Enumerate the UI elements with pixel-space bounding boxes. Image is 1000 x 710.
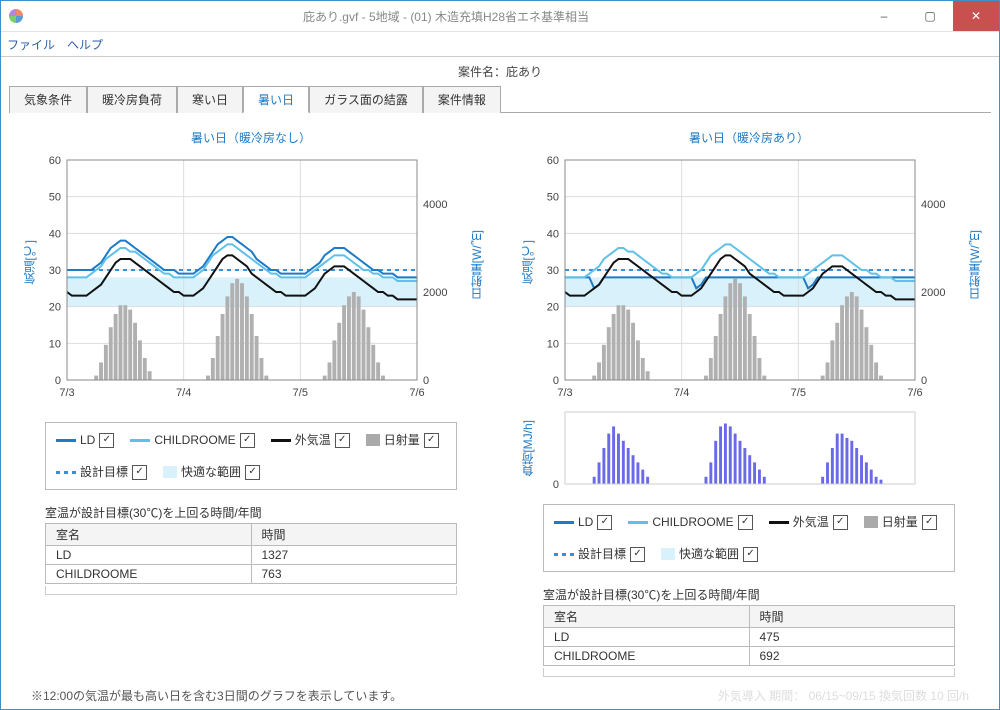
svg-text:0: 0 bbox=[921, 375, 927, 387]
svg-text:7/4: 7/4 bbox=[674, 387, 689, 399]
tab-2[interactable]: 寒い日 bbox=[177, 86, 243, 113]
svg-text:10: 10 bbox=[49, 338, 61, 350]
svg-text:7/3: 7/3 bbox=[59, 387, 74, 399]
svg-text:10: 10 bbox=[547, 338, 559, 350]
menu-help[interactable]: ヘルプ bbox=[67, 36, 103, 53]
chart-title-left: 暑い日（暖冷房なし） bbox=[17, 129, 485, 146]
checkbox[interactable]: ✓ bbox=[743, 547, 758, 562]
table-right-scroll[interactable] bbox=[543, 668, 955, 677]
svg-text:7/6: 7/6 bbox=[907, 387, 922, 399]
svg-text:20: 20 bbox=[547, 302, 559, 314]
checkbox[interactable]: ✓ bbox=[833, 515, 848, 530]
svg-text:7/6: 7/6 bbox=[409, 387, 424, 399]
close-button[interactable]: ✕ bbox=[953, 1, 999, 31]
svg-text:30: 30 bbox=[547, 265, 559, 277]
tab-bar: 気象条件暖冷房負荷寒い日暑い日ガラス面の結露案件情報 bbox=[9, 86, 991, 113]
case-name: 案件名：庇あり bbox=[1, 57, 999, 86]
svg-text:7/3: 7/3 bbox=[557, 387, 572, 399]
content: 暑い日（暖冷房なし） 01020304050600200040007/37/47… bbox=[1, 113, 999, 709]
checkbox[interactable]: ✓ bbox=[922, 515, 937, 530]
right-panel: 暑い日（暖冷房あり） 0 10 20 30 40 50 60 0 2000 4000 7/3 7/4 7… bbox=[515, 121, 983, 679]
window-title: 庇あり.gvf - 5地域 - (01) 木造充填H28省エネ基準相当 bbox=[31, 8, 861, 25]
checkbox[interactable]: ✓ bbox=[335, 433, 350, 448]
chart-title-right: 暑い日（暖冷房あり） bbox=[515, 129, 983, 146]
footer-note: ※12:00の気温が最も高い日を含む3日間のグラフを表示しています。 bbox=[31, 687, 402, 704]
app-icon bbox=[9, 9, 23, 23]
checkbox[interactable]: ✓ bbox=[424, 433, 439, 448]
load-chart: 0負荷[MJ/h] bbox=[515, 408, 983, 488]
table-row: CHILDROOME763 bbox=[46, 565, 457, 584]
legend-left: LD ✓CHILDROOME ✓外気温 ✓日射量 ✓設計目標 ✓快適な範囲 ✓ bbox=[45, 422, 457, 490]
titlebar: 庇あり.gvf - 5地域 - (01) 木造充填H28省エネ基準相当 – ▢ … bbox=[1, 1, 999, 32]
checkbox[interactable]: ✓ bbox=[630, 547, 645, 562]
svg-text:0: 0 bbox=[553, 479, 559, 488]
svg-text:60: 60 bbox=[49, 155, 61, 167]
table-right: 室名時間LD475CHILDROOME692 bbox=[543, 605, 955, 666]
svg-text:0: 0 bbox=[423, 375, 429, 387]
svg-text:7/4: 7/4 bbox=[176, 387, 191, 399]
maximize-button[interactable]: ▢ bbox=[907, 1, 953, 31]
legend-right: LD ✓CHILDROOME ✓外気温 ✓日射量 ✓設計目標 ✓快適な範囲 ✓ bbox=[543, 504, 955, 572]
svg-text:50: 50 bbox=[49, 192, 61, 204]
svg-text:2000: 2000 bbox=[921, 287, 945, 299]
table-left-scroll[interactable] bbox=[45, 586, 457, 595]
app-window: 庇あり.gvf - 5地域 - (01) 木造充填H28省エネ基準相当 – ▢ … bbox=[0, 0, 1000, 710]
table-caption-right: 室温が設計目標(30℃)を上回る時間/年間 bbox=[543, 586, 955, 603]
tab-0[interactable]: 気象条件 bbox=[9, 86, 87, 113]
checkbox[interactable]: ✓ bbox=[99, 433, 114, 448]
svg-text:40: 40 bbox=[547, 228, 559, 240]
svg-text:0: 0 bbox=[55, 375, 61, 387]
table-row: LD475 bbox=[544, 628, 955, 647]
footer: ※12:00の気温が最も高い日を含む3日間のグラフを表示しています。 外気導入 … bbox=[17, 679, 983, 709]
svg-text:40: 40 bbox=[49, 228, 61, 240]
svg-text:20: 20 bbox=[49, 302, 61, 314]
svg-text:7/5: 7/5 bbox=[293, 387, 308, 399]
svg-text:2000: 2000 bbox=[423, 287, 447, 299]
checkbox[interactable]: ✓ bbox=[245, 465, 260, 480]
checkbox[interactable]: ✓ bbox=[597, 515, 612, 530]
table-left: 室名時間LD1327CHILDROOME763 bbox=[45, 523, 457, 584]
checkbox[interactable]: ✓ bbox=[240, 433, 255, 448]
footer-vent: 外気導入 期間： 06/15~09/15 換気回数 10 回/h bbox=[718, 687, 969, 704]
checkbox[interactable]: ✓ bbox=[738, 515, 753, 530]
table-row: LD1327 bbox=[46, 546, 457, 565]
svg-text:4000: 4000 bbox=[423, 199, 447, 211]
svg-text:50: 50 bbox=[547, 192, 559, 204]
svg-text:0: 0 bbox=[553, 375, 559, 387]
tab-5[interactable]: 案件情報 bbox=[423, 86, 501, 113]
svg-text:60: 60 bbox=[547, 155, 559, 167]
svg-text:30: 30 bbox=[49, 265, 61, 277]
svg-text:7/5: 7/5 bbox=[791, 387, 806, 399]
menu-file[interactable]: ファイル bbox=[7, 36, 55, 53]
left-panel: 暑い日（暖冷房なし） 0 10 20 30 40 50 60 0 2000 4000 7/3 7/4 7… bbox=[17, 121, 485, 679]
svg-text:4000: 4000 bbox=[921, 199, 945, 211]
minimize-button[interactable]: – bbox=[861, 1, 907, 31]
menubar: ファイル ヘルプ bbox=[1, 32, 999, 57]
tab-1[interactable]: 暖冷房負荷 bbox=[87, 86, 177, 113]
chart-left: 01020304050600200040007/37/47/57/6気温[℃]日… bbox=[17, 150, 485, 406]
table-caption-left: 室温が設計目標(30℃)を上回る時間/年間 bbox=[45, 504, 457, 521]
chart-right: 01020304050600200040007/37/47/57/6気温[℃]日… bbox=[515, 150, 983, 406]
checkbox[interactable]: ✓ bbox=[132, 465, 147, 480]
table-row: CHILDROOME692 bbox=[544, 647, 955, 666]
tab-3[interactable]: 暑い日 bbox=[243, 86, 309, 113]
tab-4[interactable]: ガラス面の結露 bbox=[309, 86, 423, 113]
